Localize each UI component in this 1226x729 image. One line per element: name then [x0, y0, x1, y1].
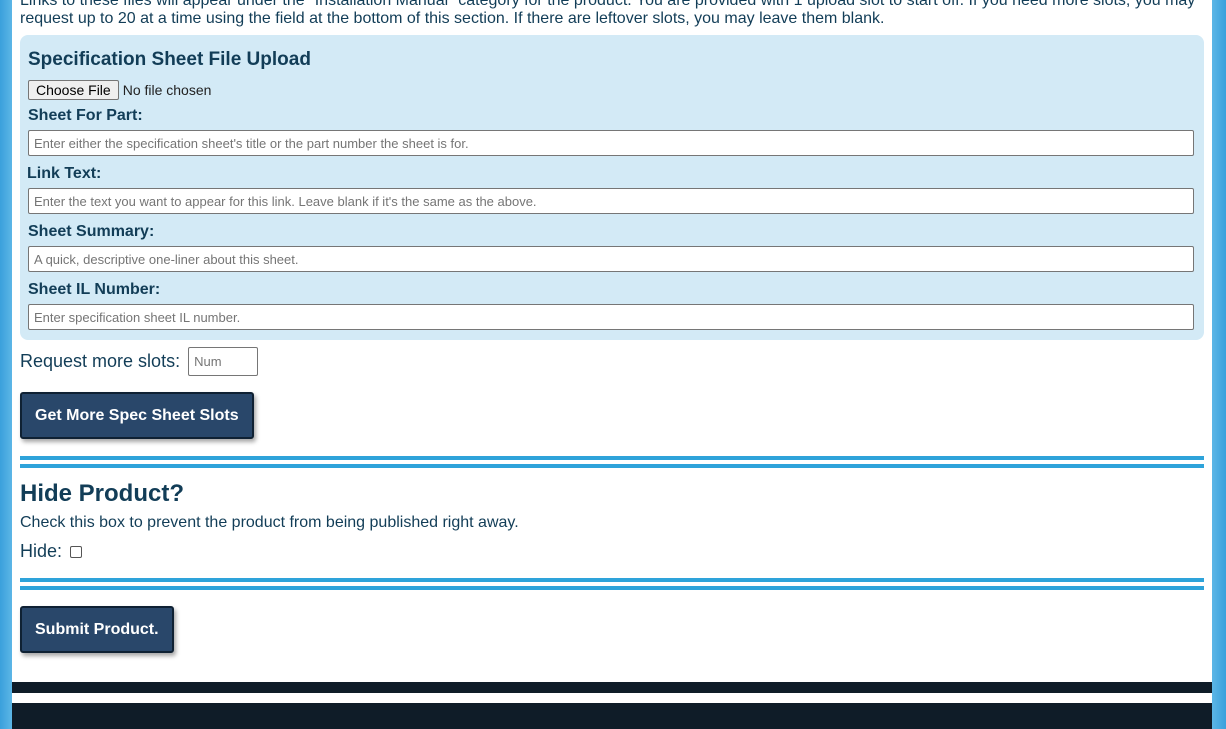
footer-bar: [12, 682, 1212, 693]
sheet-il-number-input[interactable]: [28, 304, 1194, 330]
spec-sheet-panel: Specification Sheet File Upload Choose F…: [20, 35, 1204, 340]
submit-product-button[interactable]: Submit Product.: [20, 606, 174, 653]
divider: [20, 578, 1204, 582]
get-more-slots-button[interactable]: Get More Spec Sheet Slots: [20, 392, 254, 439]
sheet-il-number-label: Sheet IL Number:: [28, 281, 161, 298]
request-slots-input[interactable]: [188, 347, 259, 376]
intro-line-1: Links to these files will appear under t…: [20, 0, 1196, 9]
file-upload-row: Choose File No file chosen: [28, 80, 211, 100]
hide-checkbox[interactable]: [70, 545, 83, 558]
footer: [12, 703, 1212, 729]
page: Links to these files will appear under t…: [12, 0, 1212, 729]
sheet-for-part-label: Sheet For Part:: [28, 107, 143, 124]
sheet-summary-label: Sheet Summary:: [28, 223, 155, 240]
link-text-label: Link Text:: [27, 165, 102, 182]
divider: [20, 586, 1204, 590]
choose-file-button[interactable]: Choose File: [28, 80, 119, 100]
sheet-summary-input[interactable]: [28, 246, 1194, 272]
panel-title: Specification Sheet File Upload: [28, 49, 311, 70]
request-slots-label: Request more slots:: [20, 351, 181, 371]
sheet-for-part-input[interactable]: [28, 130, 1194, 156]
link-text-input[interactable]: [28, 188, 1194, 214]
intro-line-2: request up to 20 at a time using the fie…: [20, 10, 885, 27]
hide-checkbox-label: Hide:: [20, 541, 63, 561]
no-file-text: No file chosen: [122, 82, 212, 98]
hide-checkbox-row: Hide:: [20, 541, 83, 562]
hide-product-title: Hide Product?: [20, 480, 185, 507]
divider: [20, 464, 1204, 468]
request-slots-row: Request more slots:: [20, 347, 259, 376]
divider: [20, 456, 1204, 460]
hide-product-description: Check this box to prevent the product fr…: [20, 514, 519, 531]
intro-text: Links to these files will appear under t…: [20, 0, 1200, 28]
